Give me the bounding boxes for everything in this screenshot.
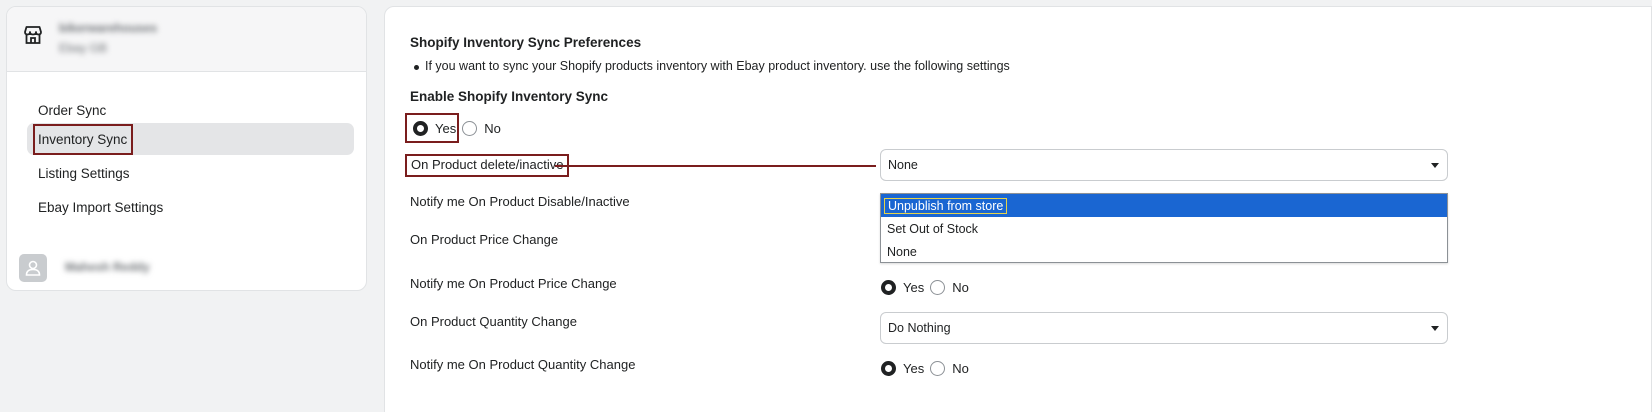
notify-price-no-radio[interactable] [930, 280, 946, 295]
notify-price-radio-group: Yes No [881, 280, 975, 295]
store-header: bikerwarehouses Ebay GB [7, 7, 366, 72]
radio-label[interactable]: Yes [435, 121, 456, 136]
notify-price-yes-radio[interactable] [881, 280, 896, 295]
radio-label[interactable]: Yes [903, 280, 924, 295]
avatar [19, 254, 47, 282]
delete-inactive-dropdown: Unpublish from store Set Out of Stock No… [880, 193, 1448, 263]
sidebar-item-label: Listing Settings [38, 165, 130, 181]
select-value: Do Nothing [888, 321, 951, 335]
option-set-out-of-stock[interactable]: Set Out of Stock [881, 217, 1447, 240]
enable-sync-no-radio[interactable] [462, 121, 478, 136]
sidebar-item-label: Inventory Sync [33, 123, 134, 155]
store-name: bikerwarehouses [59, 21, 158, 35]
sidebar-item-ebay-import-settings[interactable]: Ebay Import Settings [27, 191, 354, 223]
notify-disable-label: Notify me On Product Disable/Inactive [410, 194, 630, 209]
sidebar-item-label: Order Sync [38, 102, 107, 118]
sidebar-item-listing-settings[interactable]: Listing Settings [27, 157, 354, 189]
radio-label[interactable]: No [484, 121, 501, 136]
price-change-label: On Product Price Change [410, 232, 559, 247]
select-value: None [888, 158, 918, 172]
user-name: Mahesh Reddy [65, 260, 150, 274]
store-icon [24, 26, 42, 44]
notify-quantity-yes-radio[interactable] [881, 361, 896, 376]
quantity-change-select[interactable]: Do Nothing [880, 312, 1448, 344]
chevron-down-icon [1431, 163, 1439, 168]
notify-quantity-label: Notify me On Product Quantity Change [410, 357, 636, 372]
radio-label[interactable]: No [952, 280, 969, 295]
description-bullet: If you want to sync your Shopify product… [414, 59, 1010, 73]
enable-sync-radio-group: Yes No [413, 121, 507, 136]
enable-sync-title: Enable Shopify Inventory Sync [410, 89, 609, 104]
notify-price-label: Notify me On Product Price Change [410, 276, 617, 291]
option-none[interactable]: None [881, 240, 1447, 263]
notify-quantity-radio-group: Yes No [881, 361, 975, 376]
sidebar-item-label: Ebay Import Settings [38, 199, 164, 215]
notify-quantity-no-radio[interactable] [930, 361, 946, 376]
option-unpublish-from-store[interactable]: Unpublish from store [881, 194, 1447, 217]
sidebar-item-order-sync[interactable]: Order Sync [27, 94, 354, 126]
section-title: Shopify Inventory Sync Preferences [410, 35, 642, 50]
sidebar-item-inventory-sync[interactable]: Inventory Sync [27, 123, 354, 155]
delete-inactive-label: On Product delete/inactive [405, 154, 570, 177]
annotation-connector [555, 165, 876, 167]
quantity-change-label: On Product Quantity Change [410, 314, 577, 329]
radio-label[interactable]: Yes [903, 361, 924, 376]
enable-sync-yes-radio[interactable] [413, 121, 428, 136]
radio-label[interactable]: No [952, 361, 969, 376]
store-channel: Ebay GB [59, 41, 108, 55]
user-icon [25, 260, 41, 276]
inventory-sync-panel: Shopify Inventory Sync Preferences If yo… [384, 6, 1652, 412]
delete-inactive-select[interactable]: None [880, 149, 1448, 181]
chevron-down-icon [1431, 326, 1439, 331]
sidebar: bikerwarehouses Ebay GB Order Sync Inven… [6, 6, 367, 291]
